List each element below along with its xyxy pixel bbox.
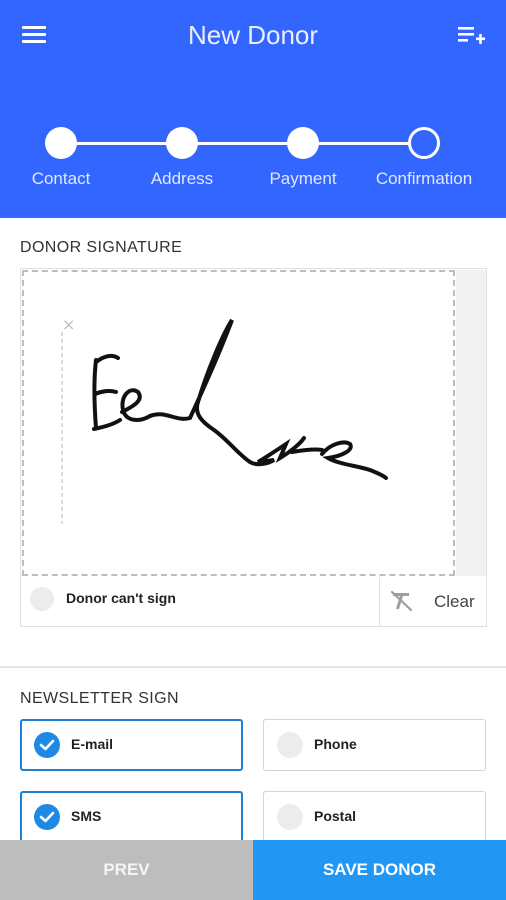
signature-section-title: DONOR SIGNATURE	[20, 239, 183, 256]
newsletter-option-email[interactable]: E-mail	[20, 719, 243, 771]
stepper-track	[62, 142, 424, 145]
signature-drawing: ×	[61, 315, 388, 524]
step-payment-label: Payment	[269, 169, 337, 188]
donor-cant-sign-checkbox[interactable]	[30, 587, 54, 611]
section-divider	[0, 666, 506, 668]
step-confirmation-label: Confirmation	[375, 169, 473, 188]
sign-here-mark: ×	[62, 315, 75, 334]
signature-scrollbar[interactable]	[456, 270, 486, 576]
page-title: New Donor	[187, 20, 319, 50]
app-header: New Donor Contact Address Payment Confir…	[0, 0, 506, 218]
prev-button[interactable]: PREV	[0, 840, 253, 900]
newsletter-option-label: E-mail	[71, 736, 114, 752]
newsletter-option-phone[interactable]: Phone	[263, 719, 486, 771]
newsletter-option-sms[interactable]: SMS	[20, 791, 243, 843]
signature-pad[interactable]: ×	[22, 270, 455, 576]
newsletter-section-title: NEWSLETTER SIGN	[20, 690, 179, 707]
unchecked-circle-icon	[277, 804, 303, 830]
newsletter-option-postal[interactable]: Postal	[263, 791, 486, 843]
step-confirmation-dot[interactable]	[408, 127, 440, 159]
step-address-dot[interactable]	[166, 127, 198, 159]
playlist-add-icon[interactable]	[458, 26, 486, 46]
bottom-action-bar: PREV SAVE DONOR	[0, 840, 506, 900]
newsletter-option-label: Phone	[314, 736, 357, 752]
step-address-label: Address	[150, 169, 214, 188]
save-donor-button[interactable]: SAVE DONOR	[253, 840, 506, 900]
step-payment-dot[interactable]	[287, 127, 319, 159]
newsletter-option-label: SMS	[71, 808, 102, 824]
checkmark-icon	[34, 732, 60, 758]
clear-format-icon[interactable]	[390, 590, 414, 612]
unchecked-circle-icon	[277, 732, 303, 758]
clear-signature-label[interactable]: Clear	[434, 592, 475, 612]
donor-cant-sign-label[interactable]: Donor can't sign	[66, 590, 176, 606]
checkmark-icon	[34, 804, 60, 830]
step-contact-dot[interactable]	[45, 127, 77, 159]
newsletter-option-label: Postal	[314, 808, 357, 824]
step-contact-label: Contact	[31, 169, 91, 188]
